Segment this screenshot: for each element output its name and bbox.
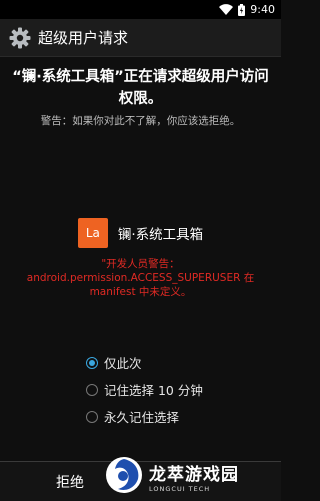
radio-button[interactable]	[86, 356, 98, 369]
remember-options: 仅此次 记住选择 10 分钟 永久记住选择	[86, 349, 203, 430]
app-icon-text: La	[85, 226, 100, 240]
app-bar: 超级用户请求	[0, 19, 281, 57]
app-name: 镧·系统工具箱	[117, 227, 204, 243]
requesting-app: La 镧·系统工具箱	[0, 218, 281, 248]
gear-icon	[8, 26, 32, 50]
clock: 9:40	[250, 3, 275, 16]
option-label: 永久记住选择	[104, 410, 180, 425]
request-heading: “镧·系统工具箱”正在请求超级用户访问权限。	[12, 69, 269, 107]
watermark: 龙萃游戏园 LONGCUI TECH	[104, 453, 281, 500]
option-label: 记住选择 10 分钟	[104, 383, 203, 398]
developer-warning-line: manifest 中未定义。	[89, 286, 192, 298]
radio-button[interactable]	[86, 383, 98, 396]
warning-text: 警告：如果你对此不了解，你应该选拒绝。	[40, 115, 241, 127]
option-once[interactable]: 仅此次	[86, 349, 203, 376]
watermark-title: 龙萃游戏园	[149, 465, 239, 485]
option-10-minutes[interactable]: 记住选择 10 分钟	[86, 376, 203, 403]
developer-warning-line: "开发人员警告：	[101, 258, 180, 270]
option-label: 仅此次	[104, 356, 142, 371]
app-bar-title: 超级用户请求	[38, 29, 129, 47]
wifi-icon	[219, 4, 234, 15]
radio-button[interactable]	[86, 410, 98, 423]
developer-warning: "开发人员警告： android.permission.ACCESS_SUPER…	[12, 257, 269, 299]
watermark-subtitle: LONGCUI TECH	[149, 485, 211, 493]
watermark-logo-icon	[104, 455, 144, 499]
app-icon: La	[77, 218, 108, 248]
developer-warning-line: android.permission.ACCESS_SUPERUSER 在	[26, 272, 255, 284]
battery-icon	[238, 3, 246, 16]
deny-button[interactable]: 拒绝	[56, 472, 84, 492]
option-forever[interactable]: 永久记住选择	[86, 403, 203, 430]
status-bar: 9:40	[0, 0, 281, 19]
